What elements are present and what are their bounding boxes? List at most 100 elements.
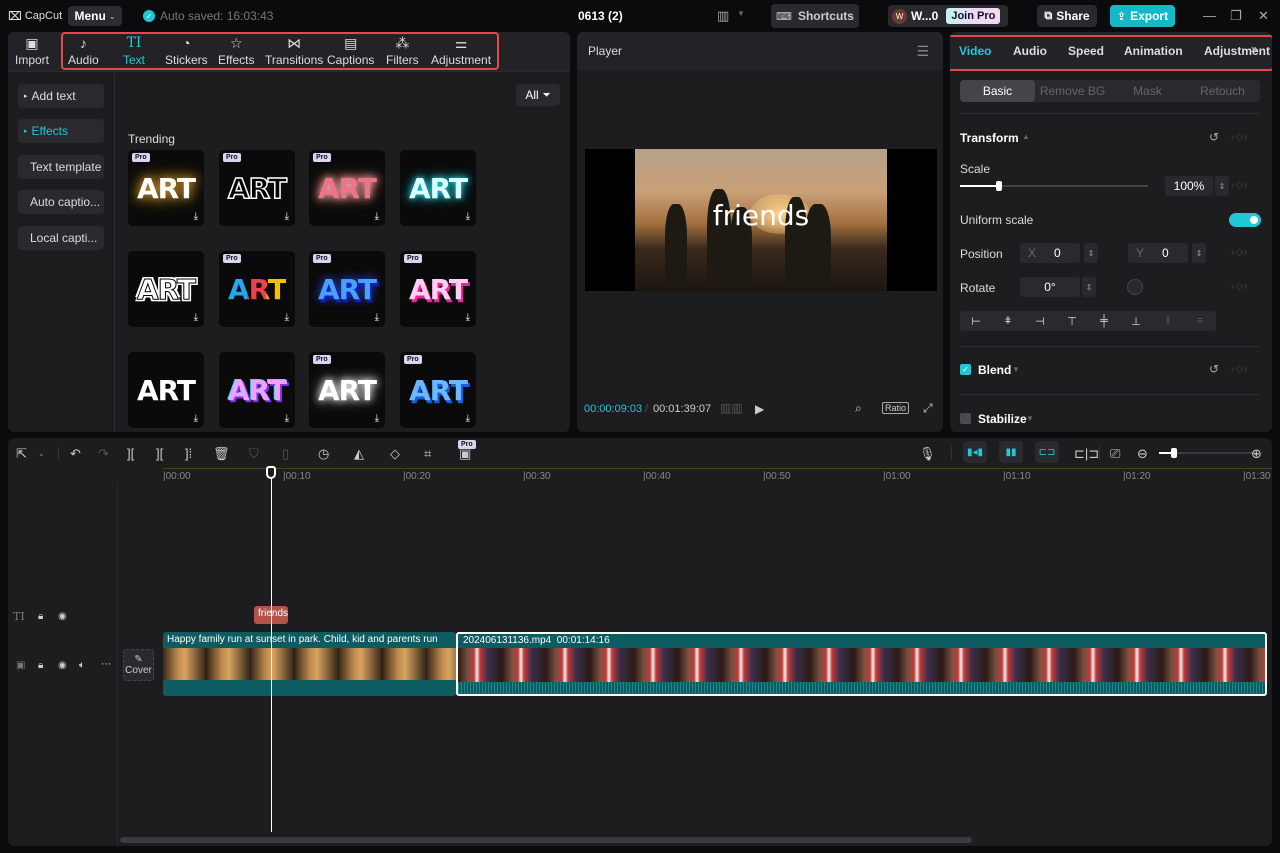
subtab-remove-bg[interactable]: Remove BG — [1035, 80, 1110, 102]
chevron-up-icon[interactable]: ▲ — [1022, 132, 1030, 141]
keyframe-icon[interactable]: ‹◇› — [1231, 281, 1248, 292]
tab-filters[interactable]: ⁂ Filters — [386, 35, 419, 67]
filter-all-button[interactable]: All ⏷ — [516, 84, 560, 106]
keyframe-icon[interactable]: ‹◇› — [1231, 364, 1248, 375]
delete-icon[interactable]: 🗑︎ — [213, 446, 230, 462]
tab-text[interactable]: TI Text — [123, 35, 145, 67]
minimize-icon[interactable]: — — [1203, 8, 1216, 23]
video-clip[interactable]: Happy family run at sunset in park. Chil… — [163, 632, 456, 696]
position-y-input[interactable]: Y 0 — [1128, 243, 1188, 263]
zoom-fit-icon[interactable]: ⌕ — [855, 401, 862, 416]
distribute-v-icon[interactable]: ≡ — [1184, 315, 1216, 327]
undo-icon[interactable]: ↶ — [70, 446, 81, 462]
zoom-in-icon[interactable]: ⊕ — [1251, 446, 1262, 462]
text-effect-tile[interactable]: Pro ART ⤓ — [400, 251, 476, 327]
reset-icon[interactable]: ↺ — [1209, 130, 1219, 144]
align-right-icon[interactable]: ⊣ — [1024, 315, 1056, 328]
text-effect-tile[interactable]: ART ⤓ — [128, 352, 204, 428]
align-top-icon[interactable]: ⊤ — [1056, 315, 1088, 328]
distribute-h-icon[interactable]: ‖ — [1152, 315, 1184, 327]
stabilize-title[interactable]: Stabilize — [978, 412, 1027, 426]
linkage-button[interactable]: ⊏⊐ — [1035, 441, 1059, 463]
subtab-retouch[interactable]: Retouch — [1185, 80, 1260, 102]
keyframe-icon[interactable]: ‹◇› — [1231, 247, 1248, 258]
download-icon[interactable]: ⤓ — [466, 312, 470, 323]
blend-checkbox[interactable]: ✓ — [960, 364, 971, 375]
rotate-icon[interactable]: ◇ — [390, 446, 400, 462]
download-icon[interactable]: ⤓ — [285, 312, 289, 323]
eye-icon[interactable]: ◉ — [58, 611, 67, 622]
keyframe-icon[interactable]: ‹◇› — [1231, 180, 1248, 191]
mask-icon[interactable]: ⛉ — [249, 446, 259, 462]
play-icon[interactable]: ▶ — [755, 402, 764, 416]
time-ruler[interactable]: |00:00 |00:10 |00:20 |00:30 |00:40 |00:50 |01:… — [163, 468, 1272, 484]
align-bottom-icon[interactable]: ⊥ — [1120, 315, 1152, 328]
mirror-icon[interactable]: ◭ — [354, 446, 364, 462]
playhead-handle[interactable] — [266, 466, 276, 479]
download-icon[interactable]: ⤓ — [466, 413, 470, 424]
tab-audio[interactable]: Audio — [1013, 44, 1047, 58]
tab-video[interactable]: Video — [959, 44, 991, 58]
download-icon[interactable]: ⤓ — [194, 312, 198, 323]
text-effect-tile[interactable]: Pro ART ⤓ — [219, 150, 295, 226]
split-left-icon[interactable]: ][ — [156, 446, 163, 461]
join-pro-button[interactable]: Join Pro — [946, 8, 1001, 24]
download-icon[interactable]: ⤓ — [285, 211, 289, 222]
text-effect-tile[interactable]: Pro ART ⤓ — [309, 352, 385, 428]
position-x-stepper[interactable]: ⇕ — [1084, 243, 1098, 263]
subtab-basic[interactable]: Basic — [960, 80, 1035, 102]
maximize-icon[interactable]: ❐ — [1230, 8, 1242, 24]
tab-speed[interactable]: Speed — [1068, 44, 1104, 58]
menu-button[interactable]: Menu ⌄ — [68, 6, 122, 26]
category-effects[interactable]: ▸ Effects — [18, 119, 104, 143]
shortcuts-button[interactable]: ⌨ Shortcuts — [771, 4, 859, 28]
select-tool-icon[interactable]: ⇱ — [16, 446, 27, 462]
tab-stickers[interactable]: ◔ Stickers — [165, 35, 208, 67]
text-effect-tile[interactable]: ART ⤓ — [400, 150, 476, 226]
user-account[interactable]: W W...0 Join Pro — [888, 5, 1008, 27]
tab-captions[interactable]: ▤ Captions — [327, 35, 374, 67]
blend-title[interactable]: Blend — [978, 363, 1011, 377]
split-preview-icon[interactable]: ⊏|⊐ — [1074, 446, 1099, 462]
chevron-down-icon[interactable]: ⌄ — [38, 449, 45, 458]
text-effect-tile[interactable]: Pro ART ⤓ — [219, 251, 295, 327]
zoom-out-icon[interactable]: ⊖ — [1137, 446, 1148, 462]
text-effect-tile[interactable]: Pro ART ⤓ — [128, 150, 204, 226]
main-track-magnet-button[interactable]: ▮◂▮ — [963, 441, 987, 463]
horizontal-scrollbar[interactable] — [120, 837, 972, 843]
playhead[interactable] — [271, 467, 272, 832]
scale-input[interactable]: 100% — [1165, 176, 1213, 196]
tab-animation[interactable]: Animation — [1124, 44, 1183, 58]
text-effect-tile[interactable]: Pro ART ⤓ — [400, 352, 476, 428]
split-icon[interactable]: ][ — [127, 446, 134, 461]
download-icon[interactable]: ⤓ — [466, 211, 470, 222]
reset-icon[interactable]: ↺ — [1209, 362, 1219, 376]
align-center-v-icon[interactable]: ╪ — [1088, 315, 1120, 327]
tab-audio[interactable]: ♪ Audio — [68, 35, 99, 67]
eye-icon[interactable]: ◉ — [58, 660, 67, 671]
download-icon[interactable]: ⤓ — [375, 312, 379, 323]
keyframe-icon[interactable]: ‹◇› — [1231, 132, 1248, 143]
stabilize-checkbox[interactable] — [960, 413, 971, 424]
category-text-template[interactable]: Text template — [18, 155, 104, 179]
subtab-mask[interactable]: Mask — [1110, 80, 1185, 102]
project-title[interactable]: 0613 (2) — [578, 9, 623, 23]
tab-import[interactable]: ▣ Import — [15, 35, 49, 67]
microphone-icon[interactable]: 🎙︎ — [919, 446, 936, 462]
tab-adjustment[interactable]: Adjustment — [1204, 44, 1270, 58]
zoom-to-fit-icon[interactable]: ⎚ — [1110, 446, 1120, 462]
volume-icon[interactable]: 🔈︎ — [79, 660, 85, 671]
scale-slider[interactable] — [960, 181, 1148, 191]
text-effect-tile[interactable]: Pro ART ⤓ — [309, 251, 385, 327]
text-effect-tile[interactable]: Pro ART ⤓ — [309, 150, 385, 226]
speed-icon[interactable]: ◷ — [318, 446, 329, 462]
share-button[interactable]: ⧉ Share — [1037, 5, 1097, 27]
category-add-text[interactable]: ▸ Add text — [18, 84, 104, 108]
waveform-icon[interactable]: ▥▥ — [720, 401, 743, 415]
redo-icon[interactable]: ↷ — [98, 446, 109, 462]
chevron-down-icon[interactable]: ▼ — [1026, 414, 1034, 423]
text-effect-tile[interactable]: ART ⤓ — [128, 251, 204, 327]
chevron-down-icon[interactable]: ▼ — [1012, 365, 1020, 374]
more-tabs-icon[interactable]: » — [1251, 42, 1258, 56]
export-button[interactable]: ⇪ Export — [1110, 5, 1175, 27]
